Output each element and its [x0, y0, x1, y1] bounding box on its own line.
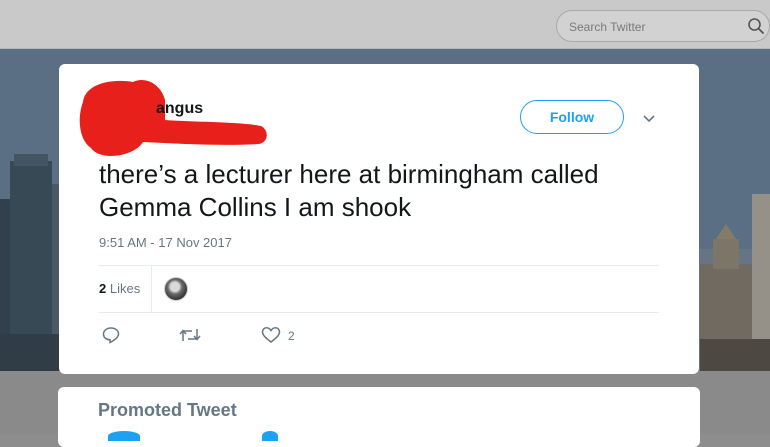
user-name[interactable]: angus — [156, 100, 203, 118]
follow-button[interactable]: Follow — [520, 100, 624, 134]
promoted-tweet-title: Promoted Tweet — [98, 400, 237, 420]
reply-icon[interactable] — [102, 326, 120, 344]
top-bar — [0, 0, 770, 49]
search-input[interactable] — [557, 11, 751, 43]
likes-stat[interactable]: 2 Likes — [99, 281, 140, 296]
likes-count: 2 — [99, 281, 107, 296]
tweet-text: there’s a lecturer here at birmingham ca… — [99, 159, 599, 222]
divider — [99, 312, 659, 313]
search-icon[interactable] — [747, 17, 765, 35]
liker-avatar[interactable] — [164, 277, 188, 301]
divider — [151, 266, 152, 312]
likes-label: Likes — [109, 281, 141, 296]
promoted-tweet-card: Promoted Tweet — [58, 387, 700, 447]
retweet-icon[interactable] — [179, 326, 201, 344]
divider — [99, 265, 659, 266]
search-box[interactable] — [556, 10, 770, 43]
promoted-avatar[interactable] — [108, 431, 140, 441]
chevron-down-icon[interactable] — [642, 112, 656, 126]
promoted-icon — [262, 431, 278, 441]
like-action-count: 2 — [288, 329, 295, 343]
tweet-card: angus Follow there’s a lecturer here at … — [59, 64, 699, 374]
tweet-timestamp[interactable]: 9:51 AM - 17 Nov 2017 — [99, 235, 232, 250]
heart-icon[interactable] — [261, 326, 281, 344]
